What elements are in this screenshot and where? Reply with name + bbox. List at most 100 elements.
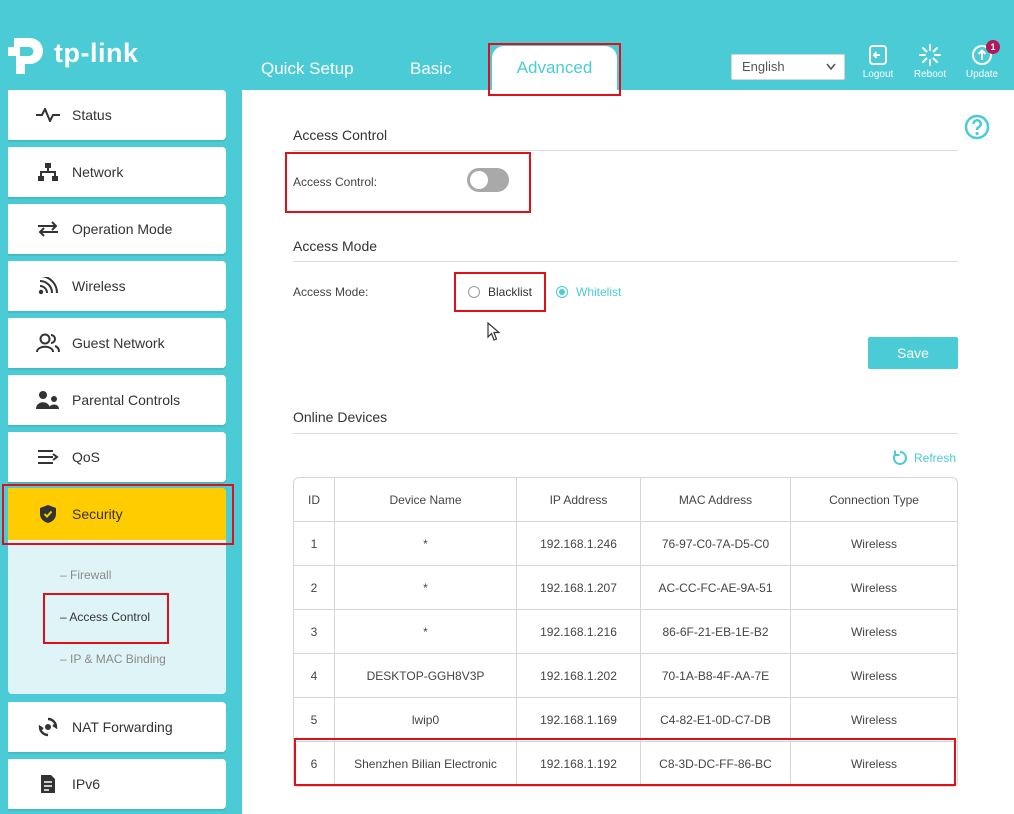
cell-mac-address: C4-82-E1-0D-C7-DB xyxy=(641,698,791,742)
cell-mac-address: AC-CC-FC-AE-9A-51 xyxy=(641,566,791,610)
column-header-ip-address: IP Address xyxy=(517,478,641,522)
wifi-icon xyxy=(34,275,62,297)
sidebar-item-label: QoS xyxy=(72,449,101,465)
pulse-icon xyxy=(34,104,62,126)
sidebar-item-status[interactable]: Status xyxy=(8,90,226,140)
cell-device-name: * xyxy=(335,610,517,654)
sidebar-item-operation-mode[interactable]: Operation Mode xyxy=(8,204,226,254)
logout-label: Logout xyxy=(862,69,894,80)
cell-id: 5 xyxy=(294,698,335,742)
column-header-device-name: Device Name xyxy=(335,478,517,522)
online-devices-table: ID Device Name IP Address MAC Address Co… xyxy=(293,477,958,787)
submenu-item-ip-mac-binding[interactable]: – IP & MAC Binding xyxy=(60,652,166,666)
cell-device-name: * xyxy=(335,566,517,610)
sidebar-item-label: Guest Network xyxy=(72,335,165,351)
blacklist-label: Blacklist xyxy=(488,285,533,299)
chevron-down-icon xyxy=(826,63,836,71)
cell-mac-address: 70-1A-B8-4F-AA-7E xyxy=(641,654,791,698)
network-icon xyxy=(34,161,62,183)
submenu-item-label: IP & MAC Binding xyxy=(70,652,166,666)
submenu-item-label: Firewall xyxy=(70,568,112,582)
sidebar-item-parental-controls[interactable]: Parental Controls xyxy=(8,375,226,425)
radio-dot xyxy=(556,286,568,298)
table-row: 2 * 192.168.1.207 AC-CC-FC-AE-9A-51 Wire… xyxy=(294,566,957,610)
whitelist-radio[interactable]: Whitelist xyxy=(556,285,621,299)
sidebar-item-label: Status xyxy=(72,107,112,123)
guest-icon xyxy=(34,332,62,354)
cell-mac-address: 86-6F-21-EB-1E-B2 xyxy=(641,610,791,654)
toggle-knob xyxy=(470,171,488,189)
cell-device-name: * xyxy=(335,522,517,566)
logout-button[interactable]: Logout xyxy=(856,44,900,80)
update-label: Update xyxy=(965,69,999,80)
table-row: 6 Shenzhen Bilian Electronic 192.168.1.1… xyxy=(294,742,957,786)
language-value: English xyxy=(742,59,785,74)
reboot-button[interactable]: Reboot xyxy=(908,44,952,80)
sidebar-item-ipv6[interactable]: IPv6 xyxy=(8,759,226,809)
submenu-item-access-control[interactable]: – Access Control xyxy=(60,610,150,624)
sidebar-item-label: IPv6 xyxy=(72,776,101,792)
update-button[interactable]: 1 Update xyxy=(960,40,1004,80)
cell-connection-type: Wireless xyxy=(791,522,957,566)
access-mode-title: Access Mode xyxy=(293,238,378,254)
divider xyxy=(293,433,958,434)
qos-icon xyxy=(34,446,62,468)
cell-id: 6 xyxy=(294,742,335,786)
cell-ip-address: 192.168.1.192 xyxy=(517,742,641,786)
sidebar-item-label: Parental Controls xyxy=(72,392,181,408)
sidebar-item-wireless[interactable]: Wireless xyxy=(8,261,226,311)
sidebar-item-label: Network xyxy=(72,164,124,180)
submenu-item-label: Access Control xyxy=(69,610,151,624)
reboot-label: Reboot xyxy=(913,69,947,80)
tab-advanced[interactable]: Advanced xyxy=(492,46,617,92)
tab-quick-setup[interactable]: Quick Setup xyxy=(261,59,354,79)
table-row: 5 lwip0 192.168.1.169 C4-82-E1-0D-C7-DB … xyxy=(294,698,957,742)
table-row: 1 * 192.168.1.246 76-97-C0-7A-D5-C0 Wire… xyxy=(294,522,957,566)
nat-icon xyxy=(34,716,62,738)
tab-basic[interactable]: Basic xyxy=(410,59,452,79)
column-header-connection-type: Connection Type xyxy=(791,478,957,522)
parental-icon xyxy=(34,389,62,411)
whitelist-label: Whitelist xyxy=(576,285,622,299)
security-submenu: – Firewall – Access Control – IP & MAC B… xyxy=(8,540,226,694)
sidebar-item-label: Operation Mode xyxy=(72,221,173,237)
tp-link-logo-icon xyxy=(8,38,43,74)
update-badge: 1 xyxy=(986,40,1000,54)
reboot-icon xyxy=(919,44,941,66)
cell-id: 2 xyxy=(294,566,335,610)
table-row: 4 DESKTOP-GGH8V3P 192.168.1.202 70-1A-B8… xyxy=(294,654,957,698)
save-button[interactable]: Save xyxy=(868,337,958,369)
column-header-id: ID xyxy=(294,478,335,522)
cell-ip-address: 192.168.1.169 xyxy=(517,698,641,742)
cell-connection-type: Wireless xyxy=(791,654,957,698)
cell-id: 4 xyxy=(294,654,335,698)
refresh-button[interactable]: Refresh xyxy=(892,450,956,466)
online-devices-title: Online Devices xyxy=(293,409,388,425)
table-row: 3 * 192.168.1.216 86-6F-21-EB-1E-B2 Wire… xyxy=(294,610,957,654)
sidebar-item-security[interactable]: Security xyxy=(8,488,226,540)
access-control-title: Access Control xyxy=(293,127,388,143)
sidebar-item-nat-forwarding[interactable]: NAT Forwarding xyxy=(8,702,226,752)
cell-id: 3 xyxy=(294,610,335,654)
submenu-item-firewall[interactable]: – Firewall xyxy=(60,568,111,582)
mouse-cursor-icon xyxy=(487,322,501,341)
language-select[interactable]: English xyxy=(731,54,845,80)
sidebar-item-network[interactable]: Network xyxy=(8,147,226,197)
cell-ip-address: 192.168.1.207 xyxy=(517,566,641,610)
sidebar-item-qos[interactable]: QoS xyxy=(8,432,226,482)
help-icon[interactable] xyxy=(964,114,990,140)
cell-connection-type: Wireless xyxy=(791,566,957,610)
cell-ip-address: 192.168.1.202 xyxy=(517,654,641,698)
cell-mac-address: 76-97-C0-7A-D5-C0 xyxy=(641,522,791,566)
cell-ip-address: 192.168.1.216 xyxy=(517,610,641,654)
cell-connection-type: Wireless xyxy=(850,757,897,771)
refresh-icon xyxy=(893,450,907,465)
access-control-toggle[interactable] xyxy=(467,168,509,192)
cell-device-name: Shenzhen Bilian Electronic xyxy=(335,742,517,786)
sidebar-item-label: NAT Forwarding xyxy=(72,719,173,735)
brand-name: tp-link xyxy=(54,37,139,68)
cell-connection-type: Wireless xyxy=(791,610,957,654)
sidebar-item-guest-network[interactable]: Guest Network xyxy=(8,318,226,368)
main-panel: Access Control Access Control: Access Mo… xyxy=(242,90,1014,814)
blacklist-radio[interactable]: Blacklist xyxy=(468,285,532,299)
